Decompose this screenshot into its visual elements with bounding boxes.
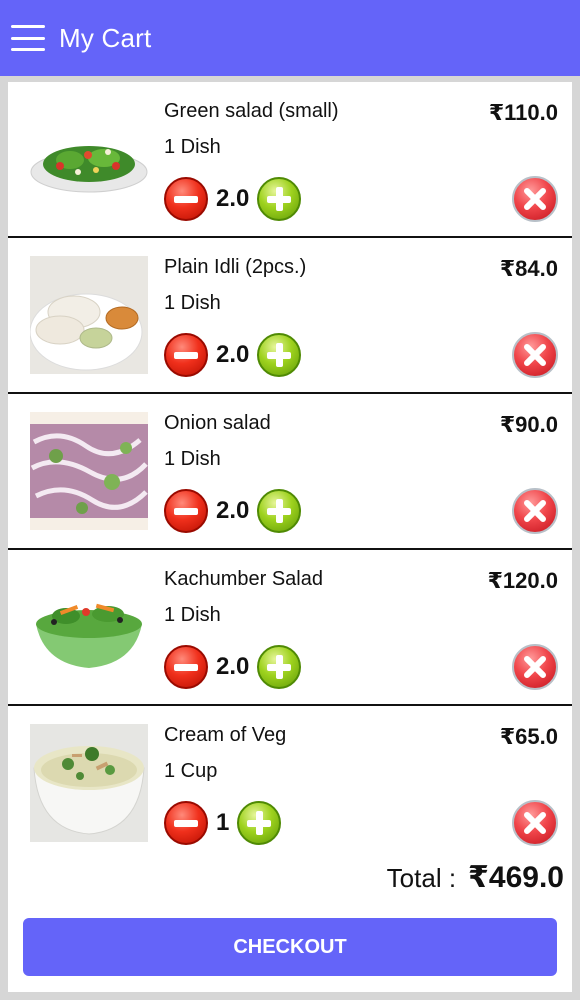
plus-icon[interactable] [257,489,302,533]
quantity-stepper: 2.0 [164,488,302,534]
cart-item: Kachumber Salad 1 Dish ₹120.0 2.0 [8,550,572,706]
plus-icon[interactable] [257,333,302,377]
plus-icon[interactable] [237,801,282,845]
item-quantity: 2.0 [216,653,250,680]
item-quantity: 1 [216,809,230,836]
item-price: ₹65.0 [499,724,558,749]
plus-icon[interactable] [257,177,302,221]
cart-item: Plain Idli (2pcs.) 1 Dish ₹84.0 2.0 [8,238,572,394]
minus-icon[interactable] [164,177,208,221]
quantity-stepper: 1 [164,800,282,846]
item-price: ₹120.0 [487,568,558,593]
item-unit: 1 Cup [164,760,218,782]
app-bar: My Cart [0,0,580,76]
total-label: Total : [386,863,457,893]
remove-icon[interactable] [512,644,558,690]
remove-icon[interactable] [512,800,558,846]
quantity-stepper: 2.0 [164,176,302,222]
hamburger-icon[interactable] [11,23,45,53]
quantity-stepper: 2.0 [164,644,302,690]
cart-item: Onion salad 1 Dish ₹90.0 2.0 [8,394,572,550]
minus-icon[interactable] [164,489,208,533]
plus-icon[interactable] [257,645,302,689]
item-quantity: 2.0 [216,185,250,212]
item-price: ₹110.0 [488,100,558,125]
checkout-button[interactable]: CHECKOUT [23,918,557,976]
item-quantity: 2.0 [216,497,250,524]
green-salad-image [30,100,148,218]
cart-total: Total : ₹469.0 [387,860,564,895]
minus-icon[interactable] [164,801,208,845]
item-unit: 1 Dish [164,292,221,314]
cart-item: Cream of Veg 1 Cup ₹65.0 1 [8,706,572,862]
remove-icon[interactable] [512,488,558,534]
item-unit: 1 Dish [164,136,221,158]
remove-icon[interactable] [512,176,558,222]
veg-soup-image [30,724,148,842]
cart-list: Green salad (small) 1 Dish ₹110.0 2.0 Pl… [8,82,572,992]
item-name: Onion salad [164,412,271,434]
item-price: ₹90.0 [499,412,558,437]
quantity-stepper: 2.0 [164,332,302,378]
minus-icon[interactable] [164,645,208,689]
item-unit: 1 Dish [164,448,221,470]
minus-icon[interactable] [164,333,208,377]
item-unit: 1 Dish [164,604,221,626]
page-title: My Cart [59,22,152,53]
kachumber-salad-image [30,568,148,686]
item-name: Green salad (small) [164,100,339,122]
item-name: Kachumber Salad [164,568,323,590]
item-quantity: 2.0 [216,341,250,368]
remove-icon[interactable] [512,332,558,378]
onion-salad-image [30,412,148,530]
idli-image [30,256,148,374]
item-name: Plain Idli (2pcs.) [164,256,307,278]
item-price: ₹84.0 [499,256,558,281]
total-value: ₹469.0 [468,861,564,894]
item-name: Cream of Veg [164,724,287,746]
cart-item: Green salad (small) 1 Dish ₹110.0 2.0 [8,82,572,238]
